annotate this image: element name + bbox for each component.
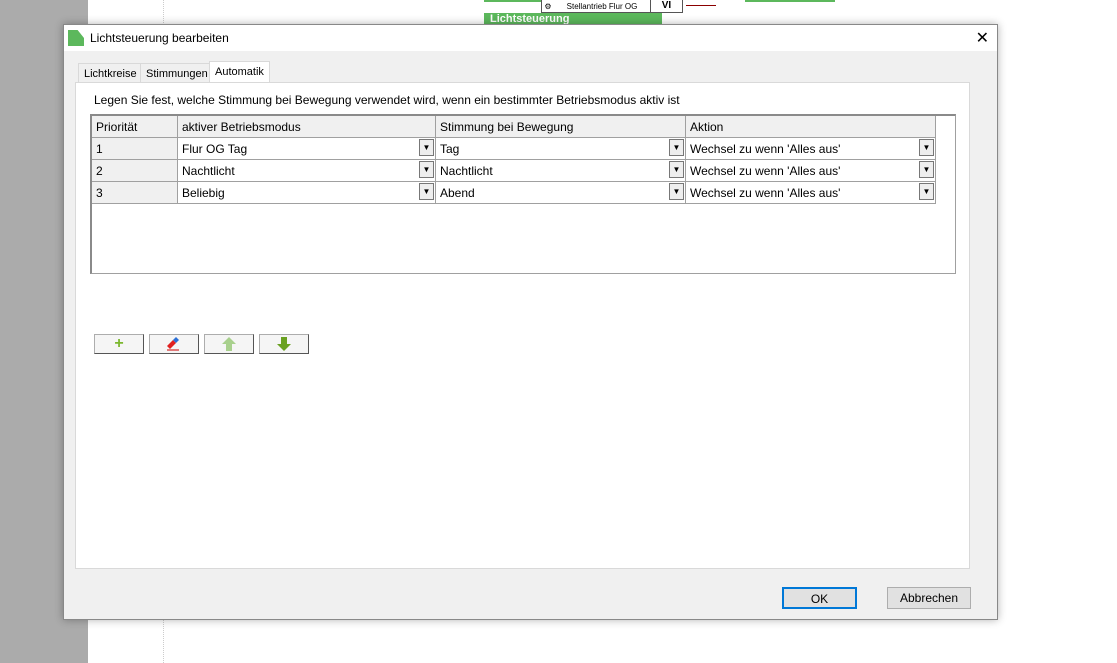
diagram-block-edge (745, 0, 835, 2)
mode-value: Nachtlicht (182, 164, 235, 178)
chevron-down-icon[interactable]: ▼ (919, 139, 934, 156)
scene-value: Nachtlicht (440, 164, 493, 178)
title-bar[interactable]: Lichtsteuerung bearbeiten ✕ (64, 25, 997, 51)
chevron-down-icon[interactable]: ▼ (669, 161, 684, 178)
plus-icon: + (114, 335, 124, 352)
move-down-button[interactable] (259, 334, 309, 354)
column-header[interactable]: Priorität (92, 116, 178, 138)
column-header[interactable]: aktiver Betriebsmodus (178, 116, 436, 138)
column-header[interactable]: Aktion (686, 116, 936, 138)
node-label: Stellantrieb Flur OG (566, 1, 638, 11)
mode-select[interactable]: Nachtlicht ▼ (178, 160, 436, 182)
action-value: Wechsel zu wenn 'Alles aus' (690, 142, 841, 156)
arrow-up-icon (222, 337, 236, 351)
mode-value: Flur OG Tag (182, 142, 248, 156)
tab-panel: Legen Sie fest, welche Stimmung bei Bewe… (75, 82, 970, 569)
chevron-down-icon[interactable]: ▼ (669, 183, 684, 200)
arrow-down-icon (277, 337, 291, 351)
automation-table: Priorität aktiver Betriebsmodus Stimmung… (90, 114, 956, 274)
scene-select[interactable]: Nachtlicht ▼ (436, 160, 686, 182)
node-port: VI (650, 0, 682, 12)
action-value: Wechsel zu wenn 'Alles aus' (690, 164, 841, 178)
table-row[interactable]: 2 Nachtlicht ▼ Nachtlicht ▼ Wechsel zu wen… (92, 160, 936, 182)
scene-select[interactable]: Abend ▼ (436, 182, 686, 204)
ok-button[interactable]: OK (782, 587, 857, 609)
chevron-down-icon[interactable]: ▼ (419, 183, 434, 200)
cancel-button[interactable]: Abbrechen (887, 587, 971, 609)
eraser-icon (167, 337, 179, 351)
scene-value: Tag (440, 142, 460, 156)
diagram-node[interactable]: ⚙ Stellantrieb Flur OG VI (541, 0, 683, 13)
mode-value: Beliebig (182, 186, 225, 200)
tab-automatik[interactable]: Automatik (209, 61, 270, 83)
edit-dialog: Lichtsteuerung bearbeiten ✕ Lichtkreise … (63, 24, 998, 620)
action-select[interactable]: Wechsel zu wenn 'Alles aus' ▼ (686, 160, 936, 182)
table-row[interactable]: 1 Flur OG Tag ▼ Tag ▼ Wechsel zu wenn 'All… (92, 138, 936, 160)
chevron-down-icon[interactable]: ▼ (419, 139, 434, 156)
priority-cell: 2 (92, 160, 178, 182)
column-header[interactable]: Stimmung bei Bewegung (436, 116, 686, 138)
mode-select[interactable]: Beliebig ▼ (178, 182, 436, 204)
tab-stimmungen[interactable]: Stimmungen (140, 63, 214, 83)
mode-select[interactable]: Flur OG Tag ▼ (178, 138, 436, 160)
action-select[interactable]: Wechsel zu wenn 'Alles aus' ▼ (686, 138, 936, 160)
scene-value: Abend (440, 186, 475, 200)
chevron-down-icon[interactable]: ▼ (919, 161, 934, 178)
app-icon (68, 30, 84, 46)
action-value: Wechsel zu wenn 'Alles aus' (690, 186, 841, 200)
table-header: Priorität aktiver Betriebsmodus Stimmung… (92, 116, 936, 138)
action-select[interactable]: Wechsel zu wenn 'Alles aus' ▼ (686, 182, 936, 204)
chevron-down-icon[interactable]: ▼ (919, 183, 934, 200)
chevron-down-icon[interactable]: ▼ (419, 161, 434, 178)
gear-icon: ⚙ (544, 1, 552, 11)
close-icon[interactable]: ✕ (976, 28, 989, 48)
move-up-button[interactable] (204, 334, 254, 354)
connection-line (686, 5, 716, 6)
chevron-down-icon[interactable]: ▼ (669, 139, 684, 156)
delete-row-button[interactable] (149, 334, 199, 354)
add-row-button[interactable]: + (94, 334, 144, 354)
instruction-text: Legen Sie fest, welche Stimmung bei Bewe… (94, 93, 680, 107)
priority-cell: 1 (92, 138, 178, 160)
dialog-title: Lichtsteuerung bearbeiten (90, 31, 229, 45)
tab-lichtkreise[interactable]: Lichtkreise (78, 63, 143, 83)
table-row[interactable]: 3 Beliebig ▼ Abend ▼ Wechsel zu wenn 'Alle… (92, 182, 936, 204)
scene-select[interactable]: Tag ▼ (436, 138, 686, 160)
priority-cell: 3 (92, 182, 178, 204)
